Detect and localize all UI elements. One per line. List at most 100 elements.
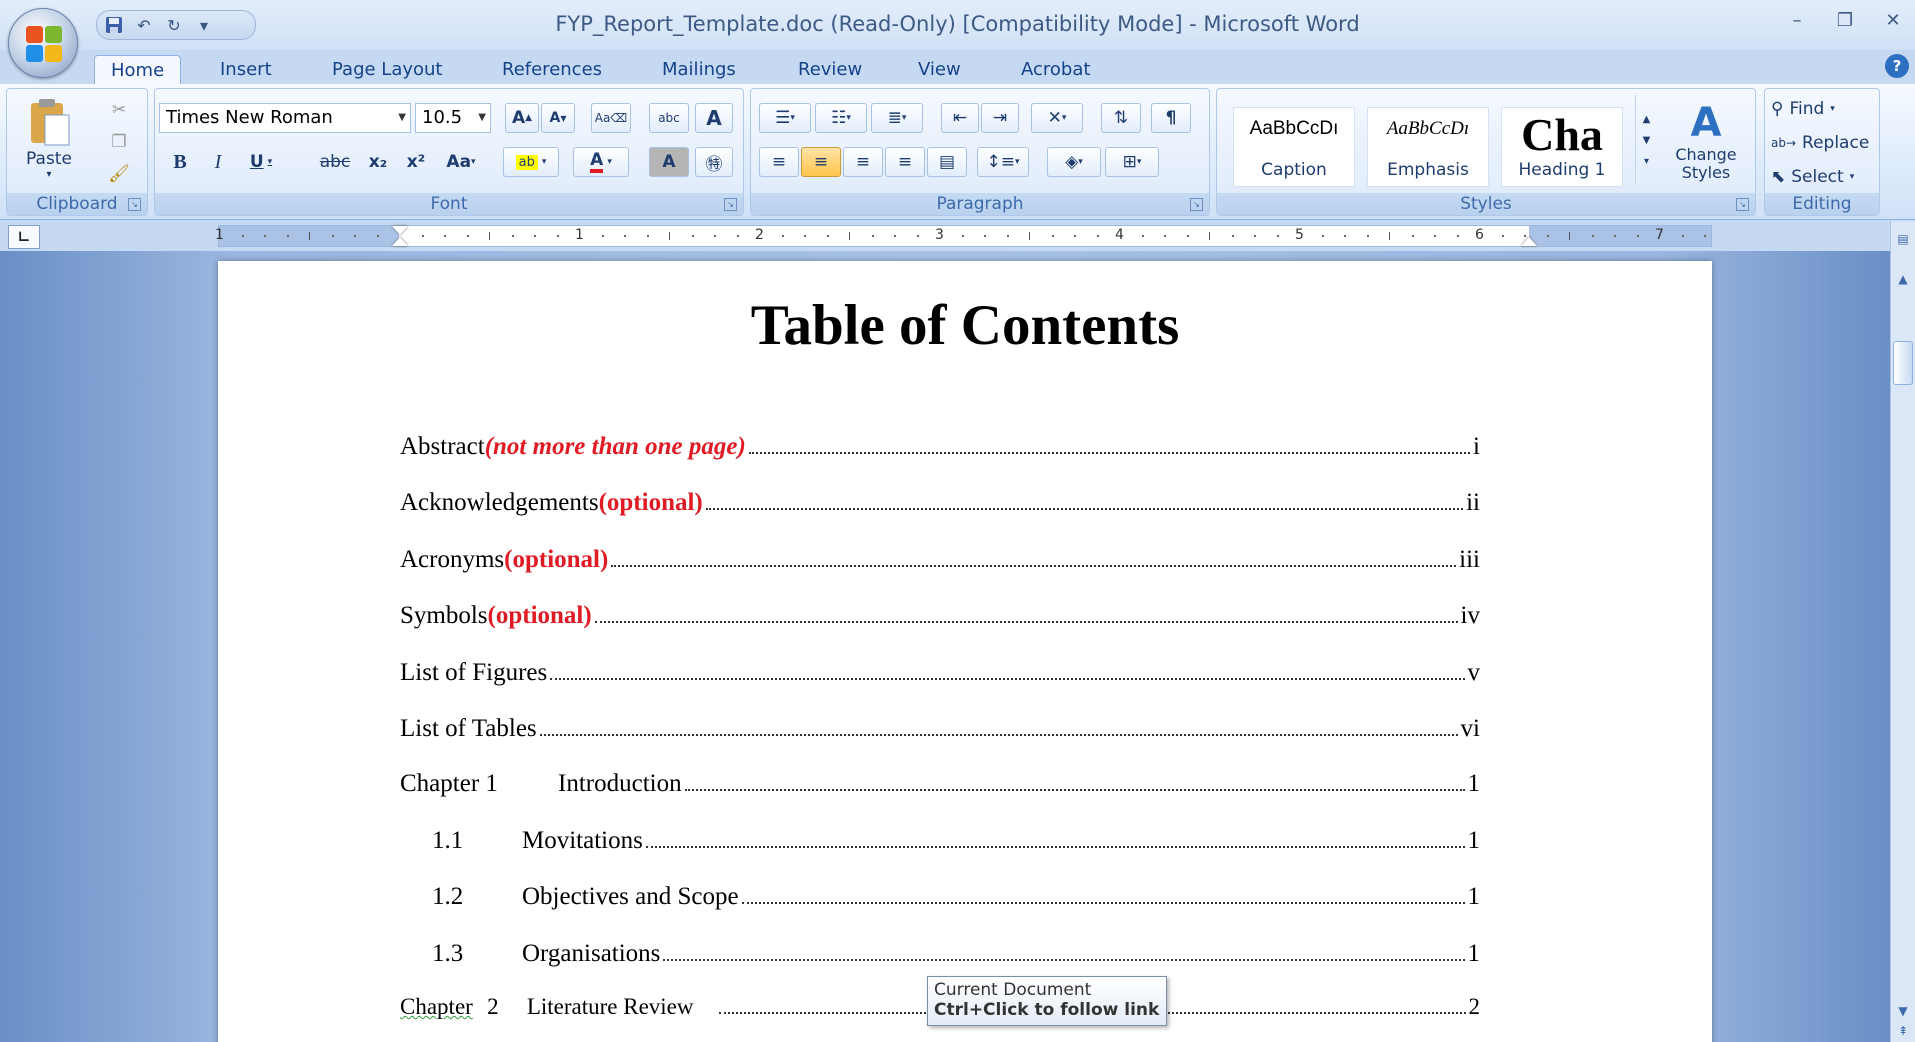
- font-color-button[interactable]: A ▾: [573, 147, 629, 177]
- toc-entry[interactable]: 1.3 Organisations 1: [432, 940, 1480, 974]
- align-center-button[interactable]: ≡: [801, 147, 841, 177]
- style-emphasis[interactable]: AaBbCcDı Emphasis: [1367, 107, 1489, 187]
- justify-button[interactable]: ≡: [885, 147, 925, 177]
- help-icon[interactable]: ?: [1885, 54, 1909, 78]
- ruler-dot: [601, 235, 604, 237]
- find-button[interactable]: ⚲ Find ▾: [1771, 95, 1875, 123]
- toc-entry[interactable]: Symbols (optional) iv: [400, 602, 1480, 636]
- styles-scroll[interactable]: ▲ ▼ ▾: [1635, 95, 1657, 185]
- first-line-indent-icon[interactable]: [392, 226, 408, 235]
- select-button[interactable]: ⬉ Select ▾: [1771, 163, 1875, 191]
- tab-view[interactable]: View: [918, 55, 961, 84]
- text-highlight-button[interactable]: ab ▾: [503, 147, 559, 177]
- styles-launcher-icon[interactable]: ↘: [1736, 198, 1749, 211]
- strikethrough-button[interactable]: abc: [315, 147, 355, 177]
- paste-button[interactable]: Paste ▾: [21, 93, 77, 183]
- align-right-button[interactable]: ≡: [843, 147, 883, 177]
- font-name-value: Times New Roman: [166, 107, 333, 128]
- hanging-indent-icon[interactable]: [392, 237, 408, 246]
- style-caption[interactable]: AaBbCcDı Caption: [1233, 107, 1355, 187]
- format-painter-icon[interactable]: 🖌: [105, 161, 133, 187]
- tab-review[interactable]: Review: [798, 55, 862, 84]
- tab-references[interactable]: References: [502, 55, 602, 84]
- redo-icon[interactable]: ↻: [163, 14, 185, 36]
- document-page[interactable]: Table of Contents Abstract (not more tha…: [218, 261, 1712, 1042]
- toc-entry[interactable]: 1.2 Objectives and Scope 1: [432, 883, 1480, 917]
- sort-button[interactable]: ⇅: [1101, 103, 1141, 133]
- ruler-dot: [1614, 235, 1616, 237]
- tab-home[interactable]: Home: [94, 55, 182, 84]
- customize-qat-icon[interactable]: ▾: [193, 14, 215, 36]
- toc-entry[interactable]: List of Figures v: [400, 659, 1480, 693]
- clear-formatting-button[interactable]: Aa⌫: [591, 103, 631, 133]
- subscript-button[interactable]: x₂: [361, 147, 395, 177]
- scroll-up-icon[interactable]: ▲: [1893, 269, 1913, 289]
- vertical-scrollbar[interactable]: ▤ ▲ ▼ ⇞: [1890, 221, 1915, 1042]
- tab-acrobat[interactable]: Acrobat: [1021, 55, 1090, 84]
- toc-entry[interactable]: Chapter 1 Introduction 1: [400, 770, 1480, 804]
- tab-mailings[interactable]: Mailings: [662, 55, 736, 84]
- office-button[interactable]: [8, 8, 78, 78]
- font-name-combo[interactable]: Times New Roman ▼: [159, 103, 411, 133]
- toc-entry-text: Literature Review: [526, 994, 694, 1019]
- line-spacing-button[interactable]: ↕≡ ▾: [977, 147, 1029, 177]
- italic-button[interactable]: I: [203, 147, 233, 177]
- scroll-down-icon[interactable]: ▼: [1893, 1001, 1913, 1021]
- toc-entry[interactable]: Acronyms (optional) iii: [400, 546, 1480, 580]
- undo-icon[interactable]: ↶: [133, 14, 155, 36]
- enclose-characters-button[interactable]: ㊕: [695, 147, 733, 177]
- tab-page-layout[interactable]: Page Layout: [332, 55, 443, 84]
- bullets-button[interactable]: ☰ ▾: [759, 103, 811, 133]
- multilevel-list-button[interactable]: ≣ ▾: [871, 103, 923, 133]
- align-left-button[interactable]: ≡: [759, 147, 799, 177]
- toc-entry[interactable]: Acknowledgements (optional) ii: [400, 489, 1480, 523]
- horizontal-ruler[interactable]: 1 1 2 3 4 5 6 7: [215, 225, 1712, 247]
- toc-entry[interactable]: Abstract (not more than one page) i: [400, 433, 1480, 467]
- decrease-indent-button[interactable]: ⇤: [941, 103, 979, 133]
- scroll-up-icon[interactable]: ▲: [1643, 114, 1651, 125]
- style-heading-1[interactable]: Cha Heading 1: [1501, 107, 1623, 187]
- toc-leader: [741, 902, 1465, 904]
- ruler-dot: [1006, 235, 1009, 237]
- phonetic-guide-button[interactable]: abc: [649, 103, 689, 133]
- more-styles-icon[interactable]: ▾: [1644, 156, 1649, 167]
- shading-button[interactable]: ◈ ▾: [1047, 147, 1101, 177]
- minimize-button[interactable]: –: [1783, 10, 1811, 32]
- replace-button[interactable]: ab→ Replace: [1771, 129, 1875, 157]
- numbering-button[interactable]: ☷ ▾: [815, 103, 867, 133]
- character-shading-button[interactable]: A: [649, 147, 689, 177]
- asian-layout-button[interactable]: ✕ ▾: [1031, 103, 1083, 133]
- restore-button[interactable]: ❐: [1831, 10, 1859, 32]
- change-case-button[interactable]: Aa ▾: [439, 147, 483, 177]
- toc-entry[interactable]: List of Tables vi: [400, 715, 1480, 749]
- bold-button[interactable]: B: [165, 147, 195, 177]
- save-icon[interactable]: [103, 14, 125, 36]
- distributed-button[interactable]: ▤: [927, 147, 967, 177]
- copy-icon[interactable]: ❐: [105, 129, 133, 155]
- cut-icon[interactable]: ✂: [105, 97, 133, 123]
- grow-font-button[interactable]: A ▲: [505, 103, 539, 133]
- previous-page-icon[interactable]: ⇞: [1893, 1021, 1913, 1041]
- show-formatting-button[interactable]: ¶: [1151, 103, 1191, 133]
- view-ruler-icon[interactable]: ▤: [1893, 229, 1913, 249]
- increase-indent-button[interactable]: ⇥: [981, 103, 1019, 133]
- clipboard-launcher-icon[interactable]: ↘: [128, 198, 141, 211]
- superscript-button[interactable]: x²: [399, 147, 433, 177]
- ruler-dot: [984, 235, 986, 237]
- tab-selector[interactable]: ∟: [8, 225, 40, 249]
- close-button[interactable]: ✕: [1879, 10, 1907, 32]
- change-styles-button[interactable]: A Change Styles: [1663, 93, 1749, 189]
- toc-entry[interactable]: 1.1 Movitations 1: [432, 827, 1480, 861]
- borders-button[interactable]: ⊞ ▾: [1105, 147, 1159, 177]
- scroll-down-icon[interactable]: ▼: [1643, 135, 1651, 146]
- font-size-combo[interactable]: 10.5 ▼: [415, 103, 491, 133]
- paragraph-launcher-icon[interactable]: ↘: [1190, 198, 1203, 211]
- font-launcher-icon[interactable]: ↘: [724, 198, 737, 211]
- ruler-tick: [309, 232, 310, 240]
- scrollbar-thumb[interactable]: [1893, 341, 1913, 385]
- underline-button[interactable]: U ▾: [241, 147, 281, 177]
- character-border-button[interactable]: A: [695, 103, 733, 133]
- tab-insert[interactable]: Insert: [220, 55, 272, 84]
- right-indent-icon[interactable]: [1521, 237, 1537, 246]
- shrink-font-button[interactable]: A ▼: [541, 103, 575, 133]
